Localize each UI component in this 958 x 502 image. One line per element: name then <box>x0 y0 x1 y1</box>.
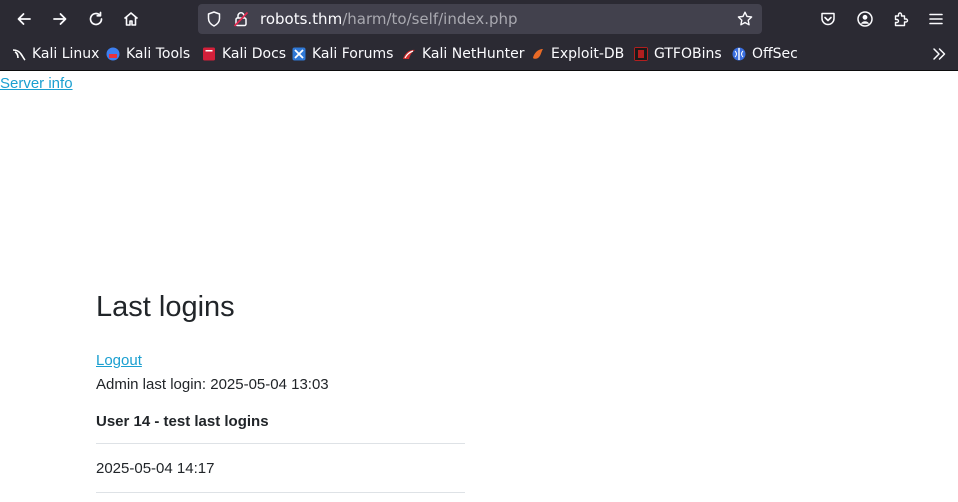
pocket-icon <box>821 12 835 26</box>
lock-insecure-icon[interactable] <box>232 10 250 28</box>
logout-link[interactable]: Logout <box>96 352 142 369</box>
url-text[interactable]: robots.thm/harm/to/self/index.php <box>260 10 518 28</box>
account-button[interactable] <box>855 9 875 29</box>
home-button[interactable] <box>118 6 144 32</box>
pocket-button[interactable] <box>818 9 838 29</box>
menu-button[interactable] <box>926 9 946 29</box>
arrow-right-icon <box>53 13 67 25</box>
account-icon <box>857 11 873 27</box>
url-bar[interactable]: robots.thm/harm/to/self/index.php <box>198 4 762 34</box>
bookmark-star-icon[interactable] <box>736 10 754 28</box>
browser-toolbar: robots.thm/harm/to/self/index.php <box>0 0 958 38</box>
bookmark-exploit-db[interactable]: Exploit-DB <box>531 45 624 63</box>
bookmark-label: Kali Docs <box>222 46 287 62</box>
hamburger-menu-icon <box>929 13 943 25</box>
url-path: /harm/to/self/index.php <box>342 10 518 28</box>
kali-docs-icon <box>203 47 215 61</box>
bookmark-label: Kali Linux <box>32 46 100 62</box>
bookmark-gtfobins[interactable]: GTFOBins <box>634 45 722 63</box>
puzzle-icon <box>894 12 909 27</box>
bookmark-kali-forums[interactable]: Kali Forums <box>292 45 393 63</box>
arrow-left-icon <box>17 13 31 25</box>
gtfobins-icon <box>634 47 648 61</box>
bookmark-label: GTFOBins <box>654 46 722 62</box>
table-row: 2025-05-04 14:17 <box>96 444 465 493</box>
last-logins-table: User 14 - test last logins 2025-05-04 14… <box>96 399 465 493</box>
back-button[interactable] <box>11 6 37 32</box>
chevron-double-right-icon[interactable] <box>930 45 948 63</box>
bookmark-kali-tools[interactable]: Kali Tools <box>106 45 190 63</box>
reload-icon <box>89 11 103 26</box>
shield-icon[interactable] <box>205 10 223 28</box>
bookmark-label: Kali Forums <box>312 46 394 62</box>
bookmarks-toolbar: Kali Linux Kali Tools Kali Docs Kali For… <box>0 38 958 71</box>
home-icon <box>123 12 139 26</box>
bookmark-kali-linux[interactable]: Kali Linux <box>12 45 99 63</box>
url-host: robots.thm <box>260 10 343 28</box>
forward-button[interactable] <box>47 6 73 32</box>
table-header: User 14 - test last logins <box>96 399 465 444</box>
extensions-button[interactable] <box>891 9 911 29</box>
admin-last-login: Admin last login: 2025-05-04 13:03 <box>96 376 329 393</box>
nethunter-icon <box>403 49 415 59</box>
page-title: Last logins <box>96 291 235 323</box>
offsec-icon <box>732 47 746 61</box>
page-content: Server info Last logins Logout Admin las… <box>0 71 958 502</box>
bookmark-label: Exploit-DB <box>551 46 625 62</box>
kali-tools-icon <box>106 47 120 61</box>
reload-button[interactable] <box>83 6 109 32</box>
bookmark-kali-nethunter[interactable]: Kali NetHunter <box>402 45 524 63</box>
bookmark-offsec[interactable]: OffSec <box>732 45 798 63</box>
bookmark-label: Kali NetHunter <box>422 46 525 62</box>
server-info-link[interactable]: Server info <box>0 75 73 92</box>
bookmark-label: Kali Tools <box>126 46 191 62</box>
exploit-db-icon <box>533 49 543 59</box>
bookmark-label: OffSec <box>752 46 798 62</box>
kali-forums-icon <box>292 47 306 61</box>
bookmark-kali-docs[interactable]: Kali Docs <box>202 45 286 63</box>
kali-dragon-icon <box>12 49 26 61</box>
